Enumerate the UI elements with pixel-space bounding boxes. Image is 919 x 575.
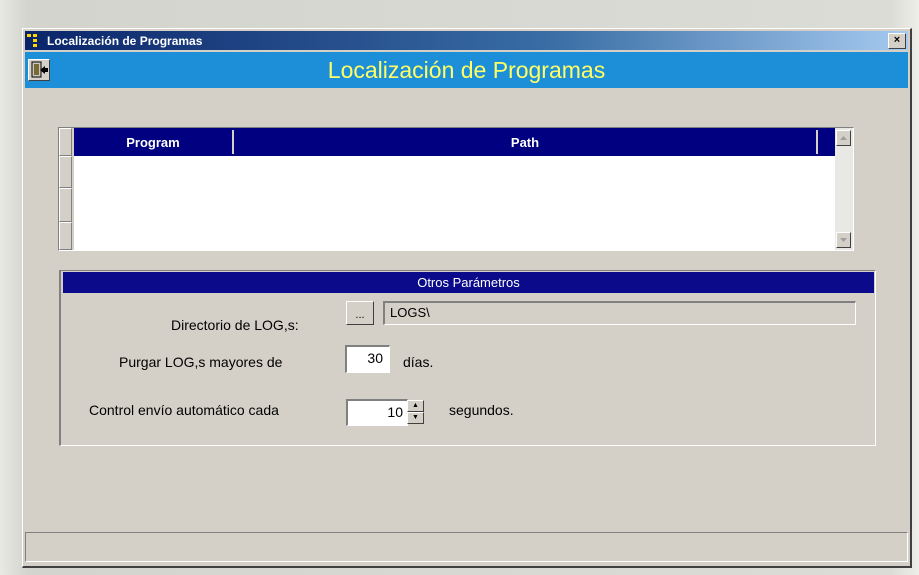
grid-corner-cell <box>59 128 72 156</box>
grid-header: Program Path <box>74 128 852 156</box>
interval-spinner[interactable]: ▲ ▼ <box>407 400 424 424</box>
group-title: Otros Parámetros <box>63 272 874 293</box>
column-header-path[interactable]: Path <box>234 128 816 156</box>
auto-send-interval-label: Control envío automático cada <box>89 402 279 418</box>
close-icon[interactable]: × <box>888 32 906 49</box>
window-title: Localización de Programas <box>47 33 203 48</box>
purge-days-unit: días. <box>403 354 434 370</box>
row-indicator[interactable] <box>59 222 72 250</box>
exit-door-icon <box>31 61 48 78</box>
header-title: Localización de Programas <box>327 56 606 83</box>
status-bar <box>25 532 908 562</box>
log-directory-field[interactable]: LOGS\ <box>383 301 856 325</box>
app-icon <box>27 33 43 49</box>
spin-down-icon[interactable]: ▼ <box>407 412 424 424</box>
scroll-up-button[interactable] <box>836 130 851 146</box>
purge-logs-label: Purgar LOG,s mayores de <box>119 354 283 370</box>
title-bar[interactable]: Localización de Programas × <box>25 31 908 50</box>
auto-send-interval-input[interactable]: 10 <box>346 399 408 426</box>
purge-days-input[interactable]: 30 <box>345 345 390 373</box>
header-band: Localización de Programas <box>25 52 908 88</box>
app-window: Localización de Programas × Localización… <box>22 28 912 568</box>
scroll-down-button[interactable] <box>836 232 851 248</box>
auto-send-interval-unit: segundos. <box>449 402 514 418</box>
row-indicator[interactable] <box>59 188 72 222</box>
grid-vertical-scrollbar[interactable] <box>835 128 853 250</box>
column-separator[interactable] <box>816 130 818 154</box>
row-indicator[interactable] <box>59 156 72 188</box>
log-directory-label: Directorio de LOG,s: <box>171 317 299 333</box>
program-grid[interactable]: Program Path <box>58 127 854 251</box>
browse-log-directory-button[interactable]: ... <box>346 301 374 325</box>
exit-button[interactable] <box>28 59 50 81</box>
spin-up-icon[interactable]: ▲ <box>407 400 424 412</box>
arrow-up-icon <box>840 136 847 140</box>
arrow-down-icon <box>840 238 847 242</box>
row-indicator-column <box>59 128 74 250</box>
column-header-program[interactable]: Program <box>74 128 232 156</box>
